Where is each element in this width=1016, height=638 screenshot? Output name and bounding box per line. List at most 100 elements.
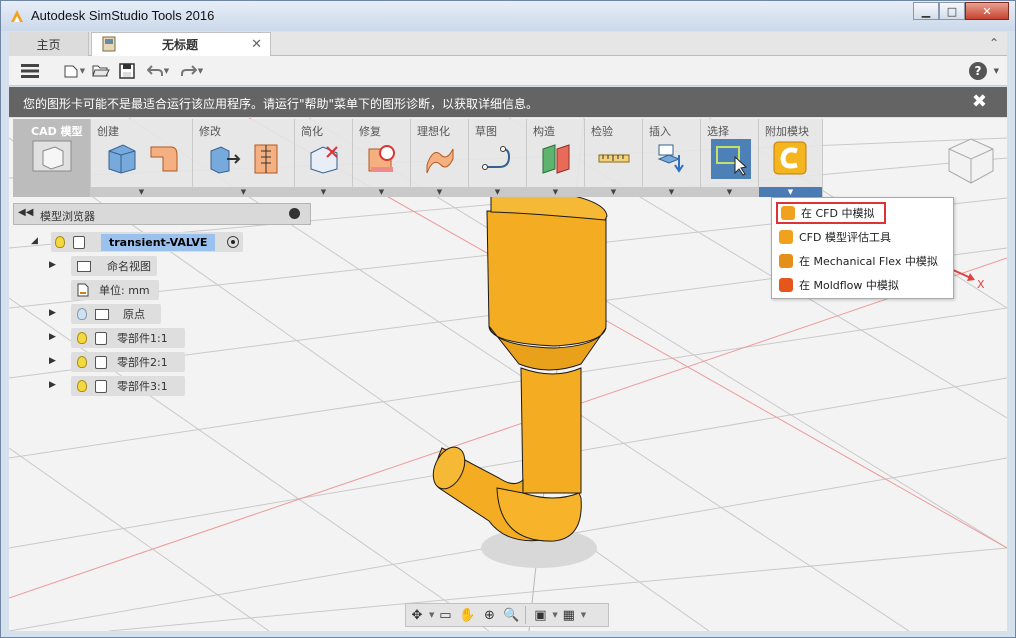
ribbon-group-modify[interactable]: 修改 ▼ [193, 119, 295, 197]
ribbon-label-addins: 附加模块 [765, 125, 809, 138]
root-component-label[interactable]: transient-VALVE [101, 233, 216, 251]
help-button[interactable]: ? [969, 62, 987, 80]
open-folder-button[interactable] [91, 61, 111, 81]
menu-icon[interactable] [19, 61, 41, 81]
tree-item-label: 零部件2:1 [117, 356, 168, 369]
ribbon-group-create[interactable]: 创建 ▼ [91, 119, 193, 197]
modify-dropdown[interactable]: ▼ [193, 187, 294, 197]
model-browser-header[interactable]: ◀◀ 模型浏览器 [13, 203, 311, 225]
ribbon-group-select[interactable]: 选择 ▼ [701, 119, 759, 197]
menu-item-simulate-in-moldflow[interactable]: 在 Moldflow 中模拟 [776, 274, 951, 296]
ribbon-label-repair: 修复 [359, 125, 381, 138]
grid-settings-icon[interactable]: ▦ [558, 605, 580, 625]
nav-separator [525, 606, 527, 624]
menu-item-cfd-model-assessment[interactable]: CFD 模型评估工具 [776, 226, 951, 248]
window-controls: ▁ □ ✕ [913, 2, 1009, 20]
redo-icon [180, 65, 197, 76]
menu-item-label: 在 Moldflow 中模拟 [799, 279, 899, 292]
folder-icon [77, 260, 91, 272]
close-warning-button[interactable]: ✖ [972, 91, 987, 112]
redo-button[interactable]: ▼ [177, 61, 207, 81]
expand-triangle-icon[interactable]: ▶ [49, 332, 56, 342]
ribbon-group-repair[interactable]: 修复 ▼ [353, 119, 411, 197]
simplify-icon [310, 146, 338, 174]
open-folder-icon [92, 65, 110, 77]
menu-item-label: 在 Mechanical Flex 中模拟 [799, 255, 938, 268]
ribbon-label-create: 创建 [97, 125, 119, 138]
collapse-triangle-icon[interactable]: ◢ [31, 236, 38, 246]
ribbon-group-construct[interactable]: 构造 ▼ [527, 119, 585, 197]
visibility-bulb-icon[interactable] [55, 236, 65, 248]
ribbon-label-insert: 插入 [649, 125, 671, 138]
sketch-dropdown[interactable]: ▼ [469, 187, 526, 197]
activate-target-icon[interactable] [227, 236, 240, 248]
view-cube[interactable] [941, 131, 999, 189]
undo-button[interactable]: ▼ [143, 61, 173, 81]
fit-window-icon[interactable]: 🔍 [500, 605, 522, 625]
visibility-bulb-icon[interactable] [77, 356, 87, 368]
ribbon-group-insert[interactable]: 插入 ▼ [643, 119, 701, 197]
select-dropdown[interactable]: ▼ [701, 187, 758, 197]
visibility-bulb-off-icon[interactable] [77, 308, 87, 320]
help-dropdown-caret[interactable]: ▼ [994, 67, 999, 75]
close-tab-button[interactable]: ✕ [251, 37, 262, 52]
visibility-bulb-icon[interactable] [77, 332, 87, 344]
repair-dropdown[interactable]: ▼ [353, 187, 410, 197]
repair-icon [368, 145, 395, 172]
idealize-icon [426, 148, 454, 174]
menu-item-simulate-in-mechanical-flex[interactable]: 在 Mechanical Flex 中模拟 [776, 250, 951, 272]
insert-dropdown[interactable]: ▼ [643, 187, 700, 197]
tree-item-units[interactable]: 单位: mm [71, 279, 159, 301]
simplify-dropdown[interactable]: ▼ [295, 187, 352, 197]
document-tab-bar: 主页 无标题 ✕ ⌃ [9, 32, 1007, 56]
tree-item-component-3[interactable]: ▶ 零部件3:1 [49, 375, 185, 397]
expand-triangle-icon[interactable]: ▶ [49, 380, 56, 390]
pan-hand-icon[interactable]: ✋ [456, 605, 478, 625]
expand-triangle-icon[interactable]: ▶ [49, 356, 56, 366]
document-tab-label: 无标题 [162, 38, 199, 52]
tab-document[interactable]: 无标题 ✕ [91, 32, 271, 56]
cfd-icon [781, 206, 795, 220]
tab-home[interactable]: 主页 [9, 32, 89, 56]
browser-minimize-icon[interactable] [289, 208, 300, 219]
ribbon-label-select: 选择 [707, 125, 729, 138]
tree-item-component-2[interactable]: ▶ 零部件2:1 [49, 351, 185, 373]
addins-dropdown[interactable]: ▼ [759, 187, 822, 197]
ribbon-label-sketch: 草图 [475, 125, 497, 138]
new-file-button[interactable]: ▼ [59, 61, 89, 81]
maximize-button[interactable]: □ [939, 2, 965, 20]
ribbon-label-modify: 修改 [199, 125, 221, 138]
visibility-bulb-icon[interactable] [77, 380, 87, 392]
idealize-dropdown[interactable]: ▼ [411, 187, 468, 197]
create-dropdown[interactable]: ▼ [91, 187, 192, 197]
construct-dropdown[interactable]: ▼ [527, 187, 584, 197]
tree-root[interactable]: ◢ transient-VALVE [31, 231, 244, 253]
orbit-icon[interactable]: ✥ [406, 605, 428, 625]
minimize-button[interactable]: ▁ [913, 2, 939, 20]
component-icon [95, 379, 107, 393]
tree-item-component-1[interactable]: ▶ 零部件1:1 [49, 327, 185, 349]
expand-triangle-icon[interactable]: ▶ [49, 308, 56, 318]
look-at-icon[interactable]: ▭ [434, 605, 456, 625]
collapse-browser-icon[interactable]: ◀◀ [18, 207, 33, 218]
tree-item-origin[interactable]: ▶ 原点 [49, 303, 161, 325]
ribbon-group-addins[interactable]: 附加模块 ▼ [759, 119, 823, 197]
inspect-dropdown[interactable]: ▼ [585, 187, 642, 197]
tree-item-named-views[interactable]: ▶ 命名视图 [49, 255, 157, 277]
menu-item-simulate-in-cfd[interactable]: 在 CFD 中模拟 [776, 202, 886, 224]
ribbon-group-sketch[interactable]: 草图 ▼ [469, 119, 527, 197]
undo-icon [146, 65, 163, 76]
ribbon-group-simplify[interactable]: 简化 ▼ [295, 119, 353, 197]
chevron-up-icon[interactable]: ⌃ [989, 36, 999, 50]
ribbon-label-construct: 构造 [533, 125, 555, 138]
close-window-button[interactable]: ✕ [965, 2, 1009, 20]
menu-item-label: CFD 模型评估工具 [799, 231, 891, 244]
zoom-icon[interactable]: ⊕ [478, 605, 500, 625]
display-settings-icon[interactable]: ▣ [529, 605, 551, 625]
component-icon [73, 235, 85, 249]
save-button[interactable] [117, 61, 137, 81]
ribbon-group-cad-model[interactable]: CAD 模型 [13, 119, 91, 197]
ribbon-group-idealize[interactable]: 理想化 ▼ [411, 119, 469, 197]
ribbon-group-inspect[interactable]: 检验 ▼ [585, 119, 643, 197]
expand-triangle-icon[interactable]: ▶ [49, 260, 56, 270]
